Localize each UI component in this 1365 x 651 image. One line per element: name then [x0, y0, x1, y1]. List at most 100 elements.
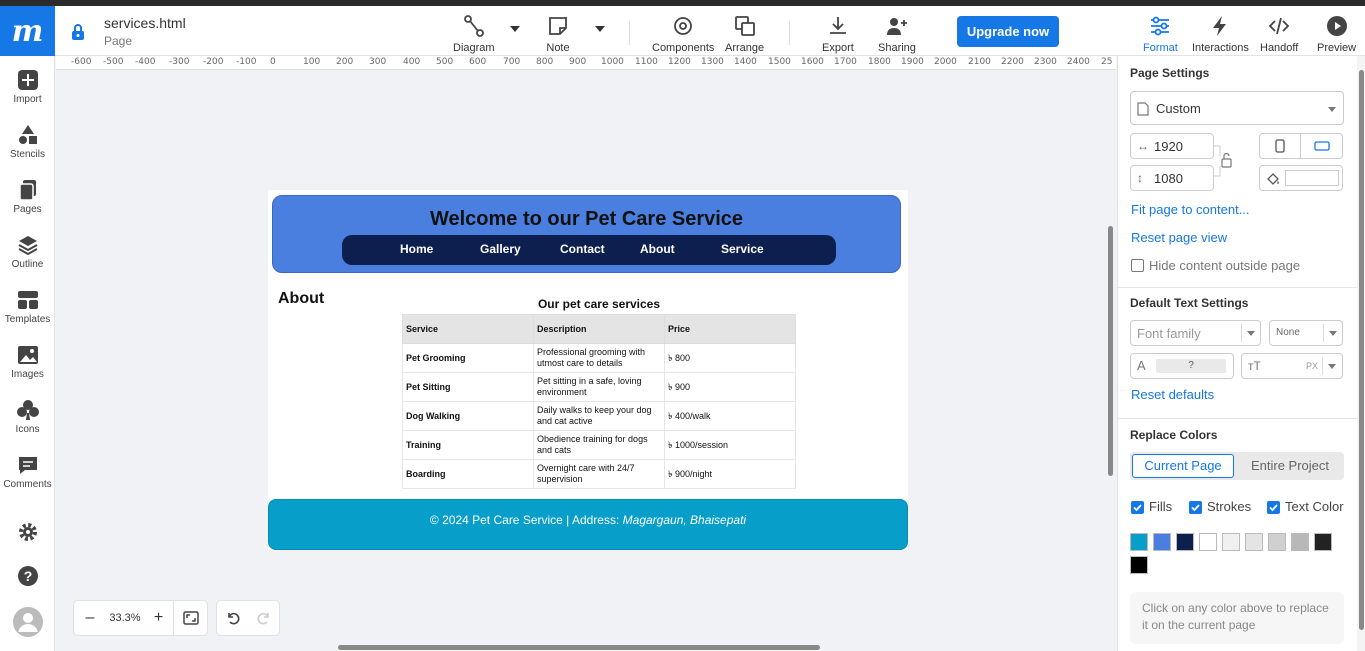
table-row: Dog Walking Daily walks to keep your dog …	[402, 401, 796, 431]
format-tab[interactable]: Format	[1143, 14, 1178, 54]
height-input[interactable]: ↕ 1080	[1130, 165, 1214, 191]
sidebar-item-outline[interactable]: Outline	[0, 234, 55, 270]
note-button[interactable]: Note	[546, 14, 570, 54]
fit-page-link[interactable]: Fit page to content...	[1131, 202, 1250, 217]
app-logo[interactable]: m	[0, 6, 55, 56]
canvas[interactable]: Welcome to our Pet Care Service Home Gal…	[56, 70, 1104, 640]
nav-gallery[interactable]: Gallery	[480, 242, 521, 256]
undo-button[interactable]	[217, 601, 248, 635]
canvas-vertical-scrollbar[interactable]	[1104, 70, 1116, 640]
nav-home[interactable]: Home	[400, 242, 433, 256]
page-preset-select[interactable]: Custom	[1130, 91, 1344, 125]
strokes-checkbox[interactable]	[1189, 501, 1202, 514]
components-label: Components	[652, 42, 715, 54]
diagram-dropdown-icon[interactable]	[510, 26, 520, 32]
ruler-tick-label: -100	[236, 57, 257, 67]
interactions-tab[interactable]: Interactions	[1192, 14, 1249, 54]
sidebar-item-comments[interactable]: Comments	[0, 454, 55, 490]
sidebar-label: Comments	[3, 479, 52, 490]
site-nav[interactable]: Home Gallery Contact About Service	[342, 235, 836, 265]
sidebar-item-pages[interactable]: Pages	[0, 179, 55, 215]
chevron-down-icon	[1329, 331, 1337, 336]
portrait-button[interactable]	[1260, 134, 1301, 158]
diagram-icon	[463, 15, 484, 37]
color-swatch[interactable]	[1130, 556, 1148, 574]
font-family-select[interactable]: Font family	[1130, 320, 1261, 346]
components-button[interactable]: Components	[652, 14, 714, 54]
sidebar-item-stencils[interactable]: Stencils	[0, 124, 55, 160]
export-button[interactable]: Export	[822, 14, 854, 54]
landscape-button[interactable]	[1302, 134, 1343, 158]
color-swatch[interactable]	[1291, 533, 1309, 551]
fills-checkbox[interactable]	[1131, 501, 1144, 514]
handoff-tab[interactable]: Handoff	[1260, 14, 1298, 54]
scrollbar-thumb[interactable]	[1108, 226, 1113, 476]
text-color-input[interactable]: A ?	[1130, 353, 1234, 379]
settings-button[interactable]	[0, 521, 55, 546]
scrollbar-thumb[interactable]	[1359, 70, 1364, 630]
tab-entire-project[interactable]: Entire Project	[1238, 454, 1342, 478]
sidebar-item-icons[interactable]: Icons	[0, 399, 55, 435]
ruler-tick-label: -600	[71, 57, 92, 67]
note-dropdown-icon[interactable]	[595, 26, 605, 32]
color-swatch[interactable]	[1268, 533, 1286, 551]
color-swatch[interactable]	[1222, 533, 1240, 551]
lock-icon[interactable]	[70, 23, 86, 44]
arrange-button[interactable]: Arrange	[725, 14, 764, 54]
user-avatar[interactable]	[0, 607, 55, 640]
fit-screen-button[interactable]	[174, 601, 207, 635]
site-footer[interactable]: © 2024 Pet Care Service | Address: Magar…	[268, 499, 908, 550]
font-size-icon: ᴛT	[1248, 359, 1261, 373]
ruler-tick-label: 300	[369, 57, 387, 67]
sidebar-item-import[interactable]: Import	[0, 69, 55, 105]
ruler-tick-label: 1700	[834, 57, 857, 67]
services-table[interactable]: Service Description Price Pet Grooming Pr…	[402, 314, 796, 489]
zoom-level[interactable]: 33.3%	[106, 601, 144, 635]
color-swatch[interactable]	[1314, 533, 1332, 551]
avatar-icon	[12, 607, 43, 637]
page-fill-color[interactable]	[1259, 165, 1343, 191]
zoom-in-button[interactable]: +	[144, 601, 174, 635]
nav-service[interactable]: Service	[721, 242, 764, 256]
width-value: 1920	[1154, 139, 1183, 154]
sidebar-label: Images	[11, 369, 44, 380]
format-panel: Page Settings Custom ↔ 1920 ↕ 1080 Fit p…	[1117, 56, 1365, 651]
aspect-lock-icon[interactable]	[1214, 142, 1236, 180]
section-divider	[1118, 287, 1358, 288]
color-swatch[interactable]	[1130, 533, 1148, 551]
zoom-out-button[interactable]: –	[74, 601, 106, 635]
reset-defaults-link[interactable]: Reset defaults	[1131, 387, 1214, 402]
font-size-input[interactable]: ᴛT PX	[1241, 353, 1343, 379]
page-artboard[interactable]: Welcome to our Pet Care Service Home Gal…	[268, 190, 908, 550]
service-cell: Training	[402, 430, 534, 460]
preview-tab[interactable]: Preview	[1317, 14, 1356, 54]
sidebar-item-templates[interactable]: Templates	[0, 289, 55, 325]
redo-button[interactable]	[248, 601, 280, 635]
color-swatch[interactable]	[1245, 533, 1263, 551]
font-weight-select[interactable]: None	[1269, 320, 1343, 346]
site-header[interactable]: Welcome to our Pet Care Service Home Gal…	[272, 195, 901, 273]
upgrade-button[interactable]: Upgrade now	[957, 16, 1059, 47]
sidebar-item-images[interactable]: Images	[0, 344, 55, 380]
file-name[interactable]: services.html	[104, 15, 186, 31]
scrollbar-thumb[interactable]	[338, 645, 820, 650]
text-color-checkbox[interactable]	[1267, 501, 1280, 514]
help-button[interactable]: ?	[0, 565, 55, 590]
color-swatch[interactable]	[1199, 533, 1217, 551]
text-color-swatch: ?	[1156, 359, 1226, 373]
color-swatch[interactable]	[1153, 533, 1171, 551]
tab-current-page[interactable]: Current Page	[1132, 454, 1234, 478]
top-toolbar: m services.html Page Diagram Note Compon…	[0, 6, 1365, 56]
canvas-horizontal-scrollbar[interactable]	[56, 641, 1106, 651]
panel-scrollbar[interactable]	[1357, 56, 1365, 651]
service-cell: Dog Walking	[402, 401, 534, 431]
width-input[interactable]: ↔ 1920	[1130, 133, 1214, 159]
nav-about[interactable]: About	[640, 242, 675, 256]
reset-view-link[interactable]: Reset page view	[1131, 230, 1227, 245]
sharing-button[interactable]: Sharing	[878, 14, 916, 54]
hide-outside-checkbox[interactable]	[1131, 259, 1144, 272]
footer-address: Magargaun, Bhaisepati	[622, 513, 747, 527]
nav-contact[interactable]: Contact	[560, 242, 605, 256]
color-swatch[interactable]	[1176, 533, 1194, 551]
diagram-button[interactable]: Diagram	[453, 14, 495, 54]
